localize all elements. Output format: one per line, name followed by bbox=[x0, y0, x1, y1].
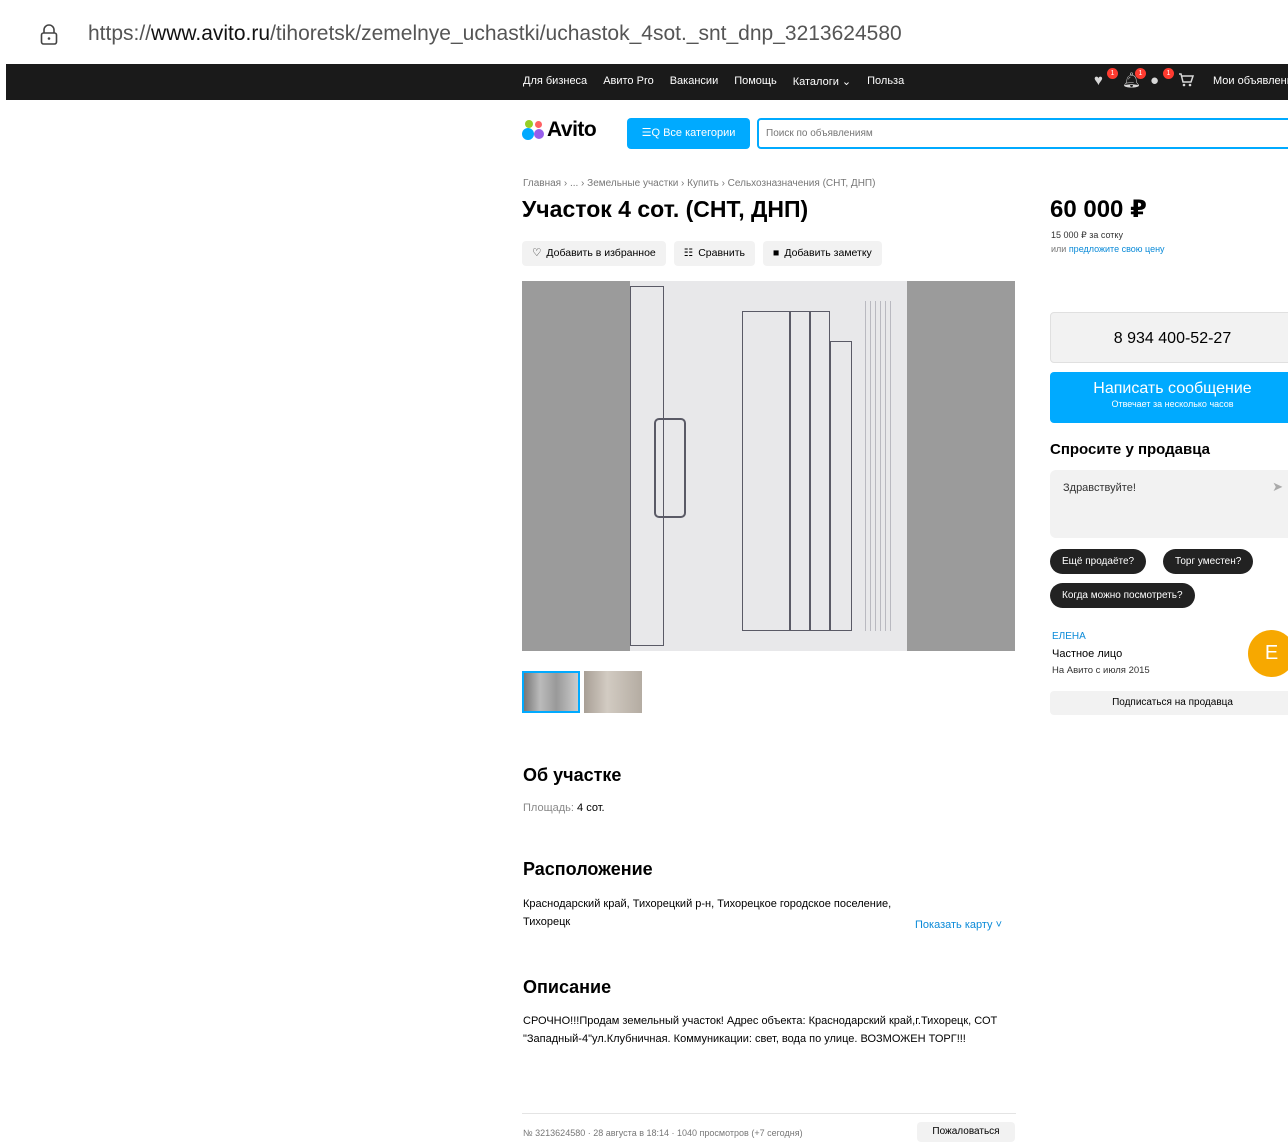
send-icon[interactable]: ➤ bbox=[1272, 479, 1283, 495]
favorites-badge: 1 bbox=[1107, 68, 1118, 79]
price-per-unit: 15 000 ₽ за сотку bbox=[1051, 230, 1123, 240]
quick-question-bargain[interactable]: Торг уместен? bbox=[1163, 549, 1254, 574]
top-bar: Для бизнеса Авито Pro Вакансии Помощь Ка… bbox=[6, 64, 1288, 100]
photo-table-d bbox=[830, 341, 852, 631]
top-icons: ♥ 1 🔔︎ 1 ● 1 bbox=[1094, 68, 1196, 90]
address-field[interactable]: https://www.avito.ru/tihoretsk/zemelnye_… bbox=[88, 22, 902, 46]
show-map-link[interactable]: Показать карту ˅ bbox=[915, 919, 1002, 931]
favorite-label: Добавить в избранное bbox=[546, 247, 656, 259]
quick-question-viewing[interactable]: Когда можно посмотреть? bbox=[1050, 583, 1195, 608]
topnav-catalogs[interactable]: Каталоги ⌄ bbox=[793, 75, 851, 88]
top-nav: Для бизнеса Авито Pro Вакансии Помощь Ка… bbox=[523, 75, 904, 88]
topnav-business[interactable]: Для бизнеса bbox=[523, 75, 587, 88]
photo-thumbnail-2[interactable] bbox=[584, 671, 642, 713]
topnav-help[interactable]: Помощь bbox=[734, 75, 777, 88]
compare-label: Сравнить bbox=[698, 247, 745, 259]
favorites-icon[interactable]: ♥ 1 bbox=[1094, 68, 1118, 90]
listing-meta: № 3213624580 · 28 августа в 18:14 · 1040… bbox=[523, 1128, 803, 1138]
about-heading: Об участке bbox=[523, 765, 622, 785]
address-text: Краснодарский край, Тихорецкий р-н, Тихо… bbox=[523, 898, 892, 928]
area-value: 4 сот. bbox=[577, 802, 605, 814]
location-heading: Расположение bbox=[523, 859, 653, 879]
quick-question-still-selling[interactable]: Ещё продаёте? bbox=[1050, 549, 1147, 574]
url-path: /tihoretsk/zemelnye_uchastki/uchastok_4s… bbox=[270, 22, 902, 45]
page-title: Участок 4 сот. (СНТ, ДНП) bbox=[522, 196, 809, 222]
offer-price-link[interactable]: предложите свою цену bbox=[1069, 244, 1165, 254]
breadcrumb[interactable]: Главная › ... › Земельные участки › Купи… bbox=[523, 178, 875, 189]
search-input[interactable] bbox=[757, 118, 1288, 149]
ask-seller-text: Здравствуйте! bbox=[1063, 482, 1136, 494]
subscribe-seller-button[interactable]: Подписаться на продавца bbox=[1050, 691, 1288, 715]
area-label: Площадь: bbox=[523, 802, 574, 814]
description-heading: Описание bbox=[523, 977, 612, 997]
ask-seller-input[interactable]: Здравствуйте! ➤ bbox=[1050, 470, 1288, 538]
photo-thumbnail-1[interactable] bbox=[522, 671, 580, 713]
logo-text: Avito bbox=[547, 118, 597, 141]
topnav-vacancies[interactable]: Вакансии bbox=[670, 75, 719, 88]
compare-icon: ☷ bbox=[683, 247, 694, 259]
notifications-badge: 1 bbox=[1135, 68, 1146, 79]
message-button-sub: Отвечает за несколько часов bbox=[1111, 399, 1234, 409]
topnav-avito-pro[interactable]: Авито Pro bbox=[603, 75, 654, 88]
cart-glyph bbox=[1179, 73, 1195, 87]
browser-url-bar: https://www.avito.ru/tihoretsk/zemelnye_… bbox=[0, 0, 1288, 66]
footer-divider bbox=[522, 1113, 1016, 1114]
heart-icon: ♡ bbox=[532, 247, 542, 259]
action-buttons: ♡ Добавить в избранное ☷ Сравнить ■ Добавит… bbox=[522, 241, 882, 266]
note-label: Добавить заметку bbox=[784, 247, 872, 259]
cart-icon[interactable] bbox=[1178, 72, 1196, 90]
photo-table-b bbox=[790, 311, 810, 631]
add-to-favorites-button[interactable]: ♡ Добавить в избранное bbox=[522, 241, 666, 266]
notifications-icon[interactable]: 🔔︎ 1 bbox=[1122, 68, 1146, 90]
main-photo[interactable] bbox=[522, 281, 1015, 651]
compare-button[interactable]: ☷ Сравнить bbox=[673, 241, 755, 266]
price: 60 000 ₽ bbox=[1050, 196, 1147, 223]
photo-table-a bbox=[742, 311, 790, 631]
description-text: СРОЧНО!!!Продам земельный участок! Адрес… bbox=[523, 1015, 998, 1045]
add-note-button[interactable]: ■ Добавить заметку bbox=[763, 241, 882, 266]
avito-logo[interactable]: Avito bbox=[522, 118, 597, 142]
write-message-button[interactable]: Написать сообщение Отвечает за несколько… bbox=[1050, 372, 1288, 423]
lock-icon bbox=[40, 24, 58, 45]
url-prefix: https:// bbox=[88, 22, 152, 45]
logo-dots-icon bbox=[522, 119, 544, 141]
document-photo bbox=[630, 281, 907, 651]
photo-table-c bbox=[810, 311, 830, 631]
url-domain: www.avito.ru bbox=[151, 22, 271, 45]
seller-name[interactable]: ЕЛЕНА bbox=[1052, 631, 1086, 642]
photo-text-lines bbox=[865, 301, 895, 631]
show-phone-button[interactable]: 8 934 400-52-27 bbox=[1050, 312, 1288, 363]
avatar[interactable]: E bbox=[1248, 630, 1288, 677]
ask-seller-heading: Спросите у продавца bbox=[1050, 441, 1210, 458]
note-icon: ■ bbox=[773, 247, 780, 259]
photo-stamp-frame bbox=[654, 418, 686, 518]
offer-prefix: или bbox=[1051, 244, 1069, 254]
messages-icon[interactable]: ● 1 bbox=[1150, 68, 1174, 90]
area-row: Площадь: 4 сот. bbox=[523, 802, 605, 814]
message-button-label: Написать сообщение bbox=[1093, 380, 1252, 397]
seller-type: Частное лицо bbox=[1052, 648, 1123, 660]
my-ads-link[interactable]: Мои объявления bbox=[1213, 75, 1288, 87]
seller-since: На Авито с июля 2015 bbox=[1052, 665, 1150, 676]
report-button[interactable]: Пожаловаться bbox=[917, 1122, 1015, 1142]
messages-badge: 1 bbox=[1163, 68, 1174, 79]
all-categories-button[interactable]: ☰Q Все категории bbox=[627, 118, 750, 149]
offer-price-row: или предложите свою цену bbox=[1051, 244, 1165, 254]
topnav-benefit[interactable]: Польза bbox=[867, 75, 904, 88]
